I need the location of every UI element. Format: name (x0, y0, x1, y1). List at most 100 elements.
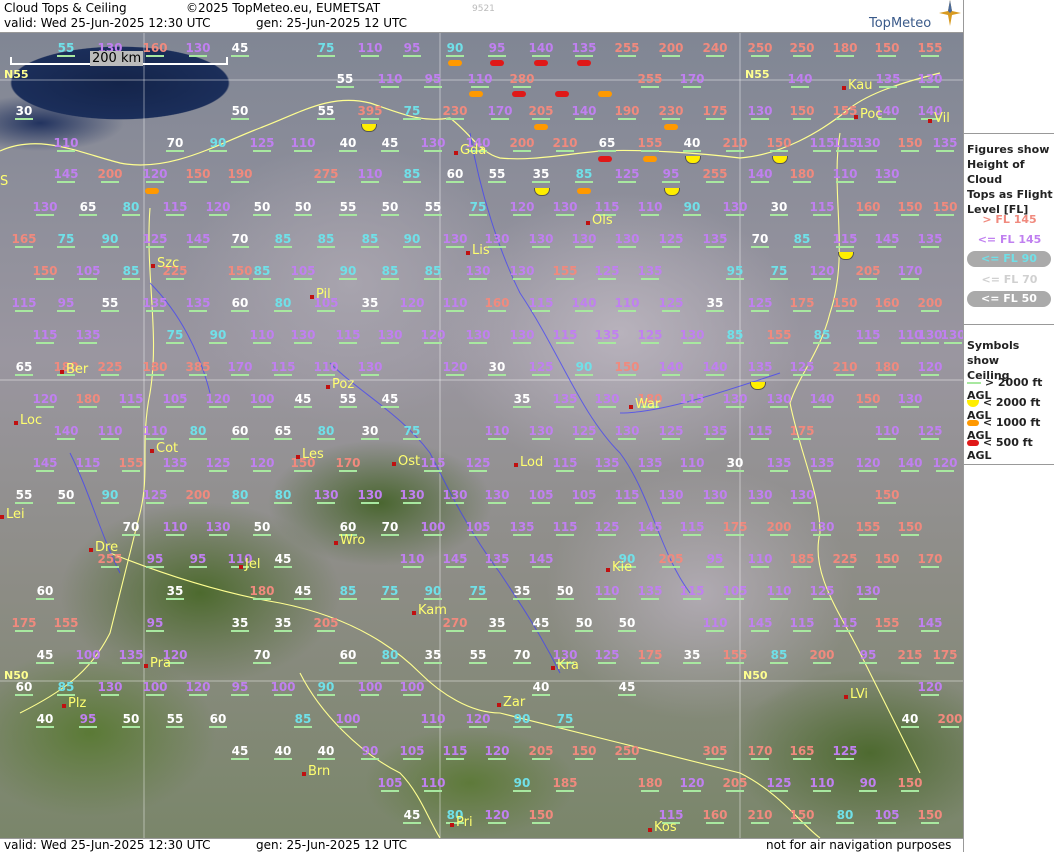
cloud-top-label: 95 (416, 73, 450, 88)
cloud-top-label: 140 (743, 168, 777, 183)
flight-level-value: 65 (15, 360, 33, 374)
ceiling-ok-marker (683, 662, 701, 664)
flight-level-value: 75 (403, 424, 421, 438)
city-marker (302, 772, 306, 776)
cloud-top-label: 140 (567, 105, 601, 120)
compass-star-icon (939, 0, 961, 26)
city-label: Gda (454, 143, 486, 158)
flight-level-value: 90 (859, 776, 877, 790)
flight-level-value: 30 (770, 200, 788, 214)
cloud-top-label: 170 (743, 745, 777, 760)
flight-level-value: 130 (855, 584, 881, 598)
cloud-top-label: 45 (286, 393, 320, 408)
ceiling-ok-marker (424, 150, 442, 152)
cloud-top-label: 125 (633, 329, 667, 344)
cloud-top-label: 35 (675, 649, 709, 664)
cloud-top-label: 75 (548, 713, 582, 728)
flight-level-value: 110 (702, 616, 728, 630)
cloud-top-label: 145 (28, 457, 62, 472)
ceiling-ok-marker (488, 502, 506, 504)
cloud-top-label: 150 (913, 809, 947, 824)
flight-level-value: 145 (32, 456, 58, 470)
cloud-top-label: 125 (913, 425, 947, 440)
ceiling-ok-marker (209, 534, 227, 536)
flight-level-value: 215 (897, 648, 923, 662)
flight-level-value: 80 (274, 296, 292, 310)
ceiling-ok-marker (146, 694, 164, 696)
flight-level-value: 105 (465, 520, 491, 534)
flight-level-value: 130 (747, 488, 773, 502)
flight-level-value: 255 (637, 72, 663, 86)
ceiling-ok-marker (15, 502, 33, 504)
city-name: Lod (520, 455, 544, 470)
cloud-top-label: 55 (461, 649, 495, 664)
ceiling-ok-marker (488, 310, 506, 312)
ceiling-ok-marker (469, 534, 487, 536)
flight-level-value: 50 (122, 712, 140, 726)
flight-level-value: 155 (637, 136, 663, 150)
ceiling-ok-marker (361, 758, 379, 760)
ceiling-ok-marker (813, 470, 831, 472)
city-label: Plz (62, 696, 86, 711)
flight-level-value: 135 (875, 72, 901, 86)
cloud-top-label: 55 (309, 105, 343, 120)
cloud-top-label: 135 (633, 585, 667, 600)
flight-level-value: 110 (249, 328, 275, 342)
flight-level-value: 135 (75, 328, 101, 342)
city-label: LVi (844, 687, 868, 702)
topmeteo-logo[interactable]: TopMeteo (869, 0, 961, 31)
city-label: Kam (412, 603, 447, 618)
ceiling-ok-marker (532, 310, 550, 312)
cloud-top-label: 135 (181, 297, 215, 312)
cloud-top-label: 150 (893, 521, 927, 536)
city-name: Zar (503, 695, 526, 710)
flight-level-value: 130 (484, 488, 510, 502)
ceiling-ok-marker (726, 406, 744, 408)
ceiling-ok-marker (556, 598, 574, 600)
flight-level-value: 145 (917, 616, 943, 630)
cloud-top-label: 130 (524, 425, 558, 440)
satellite-map[interactable]: 55 130 160 130 45 75 110 95 90 95 140 135 255 200 240 2… (0, 33, 963, 838)
flight-level-value: 65 (598, 136, 616, 150)
cloud-top-label: 35 (158, 585, 192, 600)
city-name: Kie (612, 560, 633, 575)
flight-level-value: 85 (403, 167, 421, 181)
flight-level-value: 40 (683, 136, 701, 150)
flight-level-value: 130 (465, 328, 491, 342)
ceiling-ok-marker (403, 566, 421, 568)
flight-level-value: 45 (381, 392, 399, 406)
cloud-top-label: 120 (480, 809, 514, 824)
ceiling-ok-marker (446, 246, 464, 248)
ceiling-ok-marker (513, 150, 531, 152)
flight-level-value: 205 (528, 744, 554, 758)
cloud-top-label: 125 (461, 457, 495, 472)
city-label: Loc (14, 413, 42, 428)
ceiling-ok-marker (944, 342, 962, 344)
flight-level-value: 105 (75, 264, 101, 278)
cloud-top-label: 95 (181, 553, 215, 568)
cloud-top-label: 150 (610, 361, 644, 376)
cloud-top-label: 170 (223, 361, 257, 376)
cloud-top-label: 45 (286, 585, 320, 600)
ceiling-ok-marker (189, 566, 207, 568)
cloud-top-label: 75 (158, 329, 192, 344)
ceiling-ok-marker (793, 246, 811, 248)
cloud-top-label: 120 (416, 329, 450, 344)
flight-level-value: 140 (571, 296, 597, 310)
cloud-top-label: 115 (851, 329, 885, 344)
flight-level-value: 135 (702, 232, 728, 246)
ceiling-low-500-icon (534, 60, 548, 66)
ceiling-ok-marker (618, 758, 636, 760)
ceiling-ok-marker (770, 662, 788, 664)
cloud-top-label: 135 (698, 233, 732, 248)
cloud-top-label: 60 (201, 713, 235, 728)
flight-level-value: 205 (528, 104, 554, 118)
cloud-top-label: 115 (331, 329, 365, 344)
ceiling-ok-marker (253, 406, 271, 408)
cloud-top-label: 80 (266, 297, 300, 312)
cloud-top-label: 135 (567, 42, 601, 57)
flight-level-value: 210 (722, 136, 748, 150)
cloud-top-label: 115 (548, 329, 582, 344)
flight-level-value: 205 (855, 264, 881, 278)
ceiling-ok-marker (793, 630, 811, 632)
